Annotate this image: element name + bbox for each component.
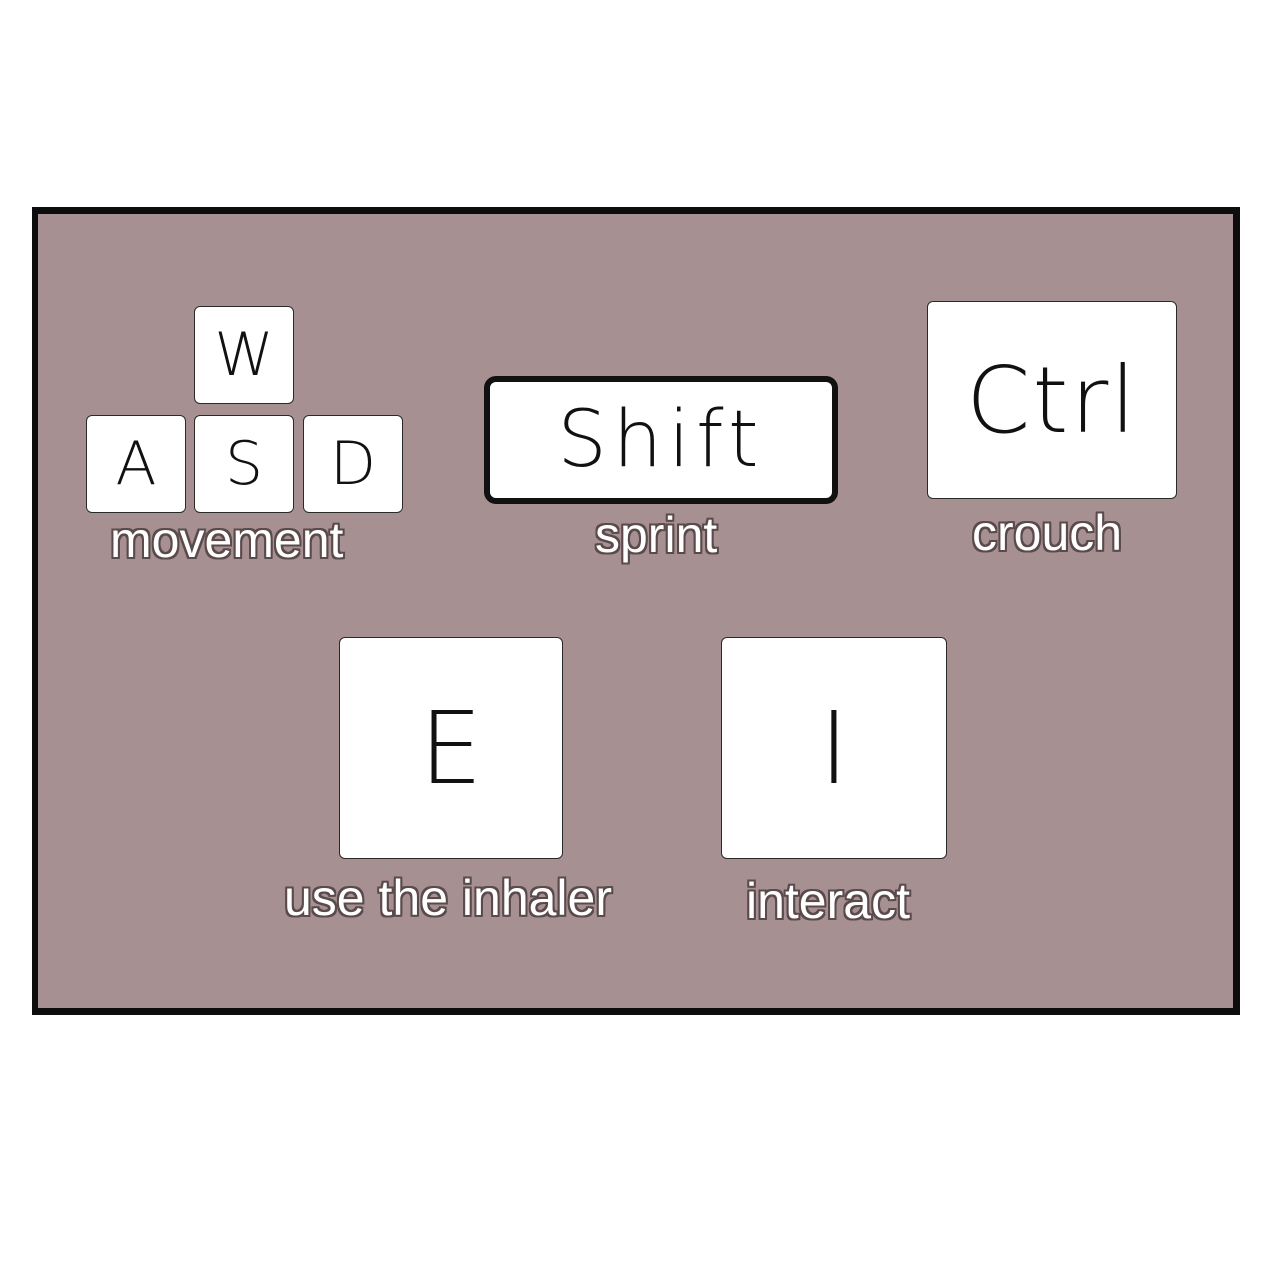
interact-label: interact <box>746 873 910 929</box>
movement-label: movement <box>110 512 344 568</box>
key-w: W <box>194 306 294 404</box>
sprint-label: sprint <box>595 507 718 563</box>
key-d: D <box>303 415 403 513</box>
key-ctrl: Ctrl <box>927 301 1177 499</box>
crouch-label: crouch <box>972 505 1123 561</box>
controls-panel: W A S D movement Shift sprint Ctrl crouc… <box>32 207 1240 1015</box>
key-s: S <box>194 415 294 513</box>
key-shift: Shift <box>484 376 838 504</box>
key-a: A <box>86 415 186 513</box>
key-i: I <box>721 637 947 859</box>
controls-screen: W A S D movement Shift sprint Ctrl crouc… <box>0 0 1280 1280</box>
key-e: E <box>339 637 563 859</box>
inhaler-label: use the inhaler <box>284 870 613 926</box>
